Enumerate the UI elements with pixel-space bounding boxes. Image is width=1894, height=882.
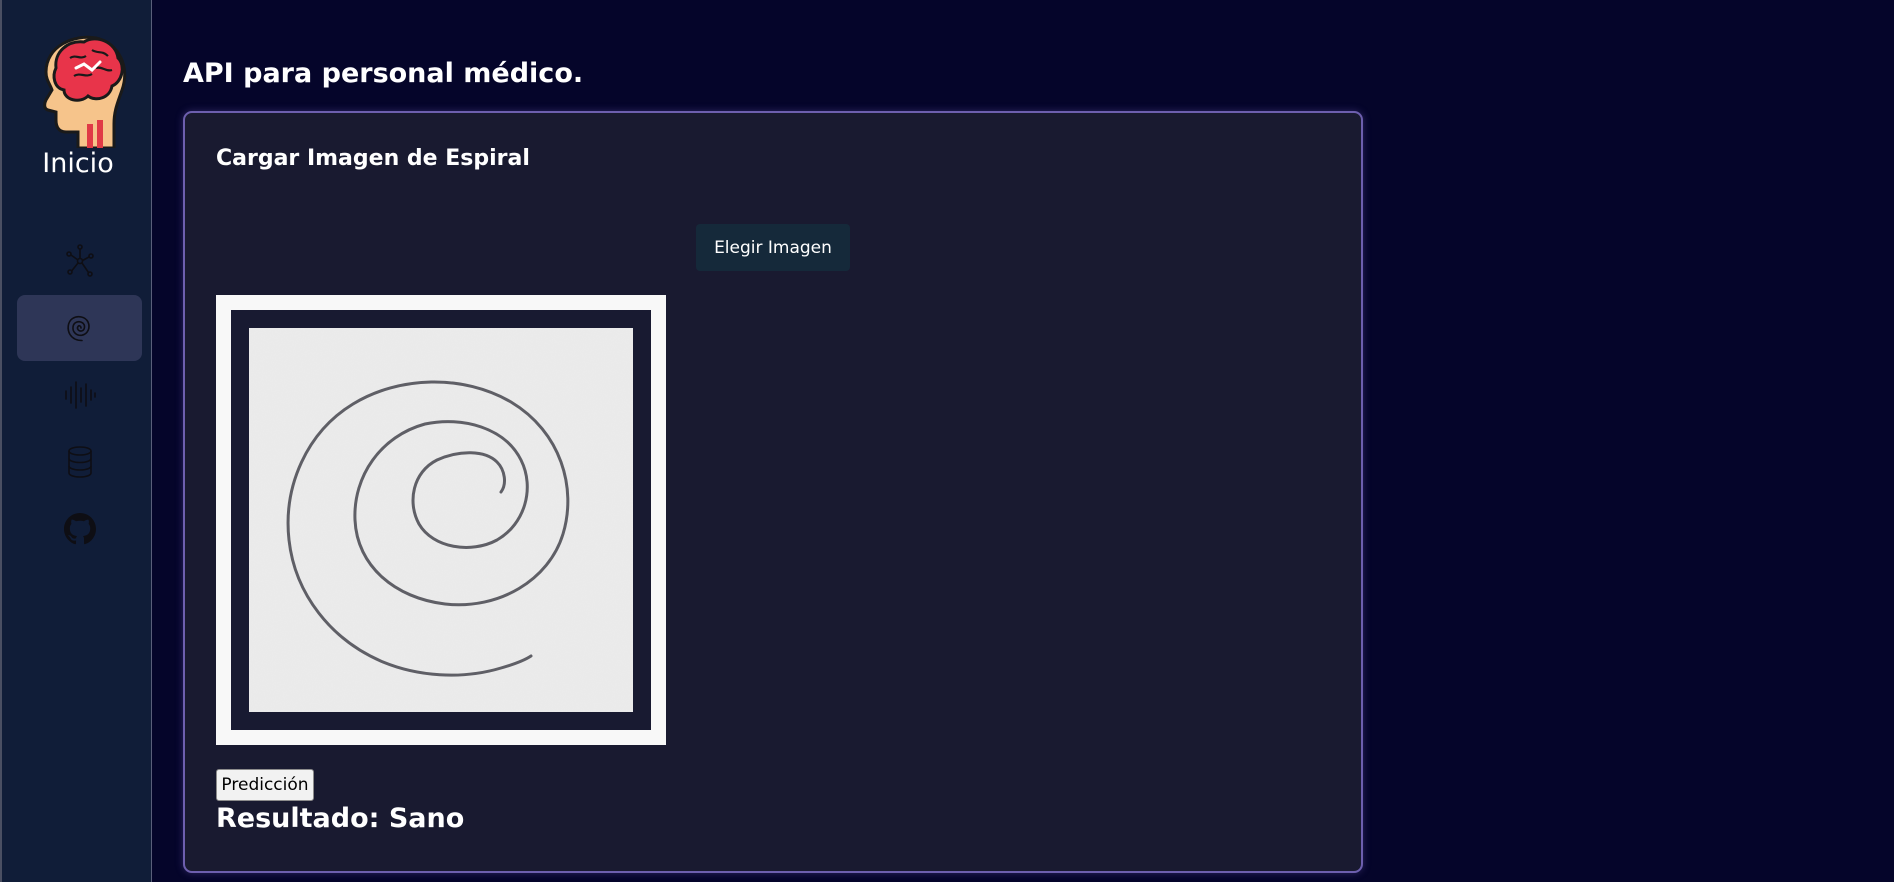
brain-head-icon[interactable] (26, 28, 130, 150)
image-preview (216, 295, 666, 745)
choose-image-button[interactable]: Elegir Imagen (696, 224, 850, 271)
result-text: Resultado: Sano (216, 803, 465, 834)
spiral-upload-card: Cargar Imagen de Espiral Elegir Imagen P… (183, 111, 1363, 873)
nav-item-audio[interactable] (17, 362, 142, 428)
github-icon (63, 513, 96, 545)
nav-item-database[interactable] (17, 429, 142, 495)
card-title: Cargar Imagen de Espiral (216, 146, 530, 171)
network-nodes-icon (65, 244, 94, 277)
database-icon (67, 446, 92, 478)
sidebar: Inicio (0, 0, 152, 882)
waveform-icon (64, 381, 96, 409)
image-preview-frame (231, 310, 651, 730)
spiral-icon (66, 315, 90, 342)
predict-button[interactable]: Predicción (216, 769, 314, 801)
nav-item-spiral[interactable] (17, 295, 142, 361)
nav-item-network[interactable] (17, 228, 142, 294)
nav-item-github[interactable] (17, 496, 142, 562)
page-title: API para personal médico. (183, 58, 584, 89)
home-link[interactable]: Inicio (2, 148, 154, 179)
spiral-drawing-image (249, 328, 633, 712)
